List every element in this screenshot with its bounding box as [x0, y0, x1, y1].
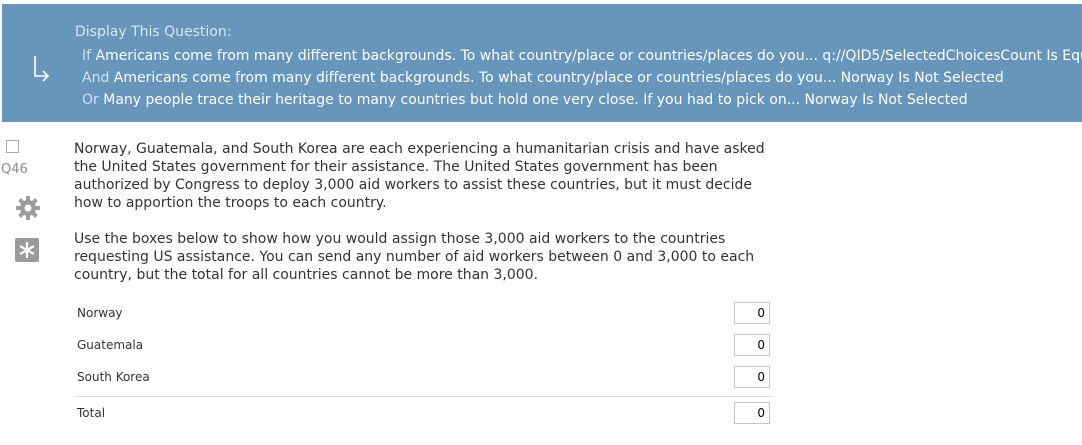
logic-condition-text: Americans come from many different backg…	[113, 70, 1004, 86]
question-paragraph-2: Use the boxes below to show how you woul…	[74, 231, 755, 283]
south-korea-input[interactable]	[734, 366, 770, 388]
total-label: Total	[77, 406, 106, 420]
question-text: Norway, Guatemala, and South Korea are e…	[74, 140, 774, 302]
question-paragraph-1: Norway, Guatemala, and South Korea are e…	[74, 141, 765, 211]
guatemala-input[interactable]	[734, 334, 770, 356]
choice-row-norway: Norway	[74, 302, 774, 328]
choice-row-south-korea: South Korea	[74, 366, 774, 392]
logic-condition-text: Many people trace their heritage to many…	[103, 92, 968, 108]
display-logic-banner[interactable]: Display This Question: If Americans come…	[2, 4, 1082, 122]
logic-condition-text: Americans come from many different backg…	[95, 48, 1082, 64]
asterisk-icon[interactable]	[15, 238, 39, 262]
gear-icon[interactable]	[15, 195, 41, 221]
logic-conjunction: And	[82, 70, 110, 86]
logic-conjunction: If	[82, 48, 92, 64]
display-logic-arrow-icon	[34, 56, 50, 82]
norway-input[interactable]	[734, 302, 770, 324]
choice-label: Guatemala	[77, 338, 144, 352]
question-id: Q46	[1, 162, 28, 177]
choice-label: Norway	[77, 306, 123, 320]
display-logic-title: Display This Question:	[75, 24, 232, 40]
total-row: Total	[74, 402, 774, 428]
choice-row-guatemala: Guatemala	[74, 334, 774, 360]
logic-conjunction: Or	[82, 92, 99, 108]
logic-condition-3: Or Many people trace their heritage to m…	[82, 92, 968, 109]
choice-label: South Korea	[77, 370, 150, 384]
logic-condition-1: If Americans come from many different ba…	[82, 48, 1082, 65]
total-divider	[74, 396, 774, 397]
logic-condition-2: And Americans come from many different b…	[82, 70, 1004, 87]
question-select-checkbox[interactable]	[6, 140, 19, 153]
total-input	[734, 402, 770, 424]
